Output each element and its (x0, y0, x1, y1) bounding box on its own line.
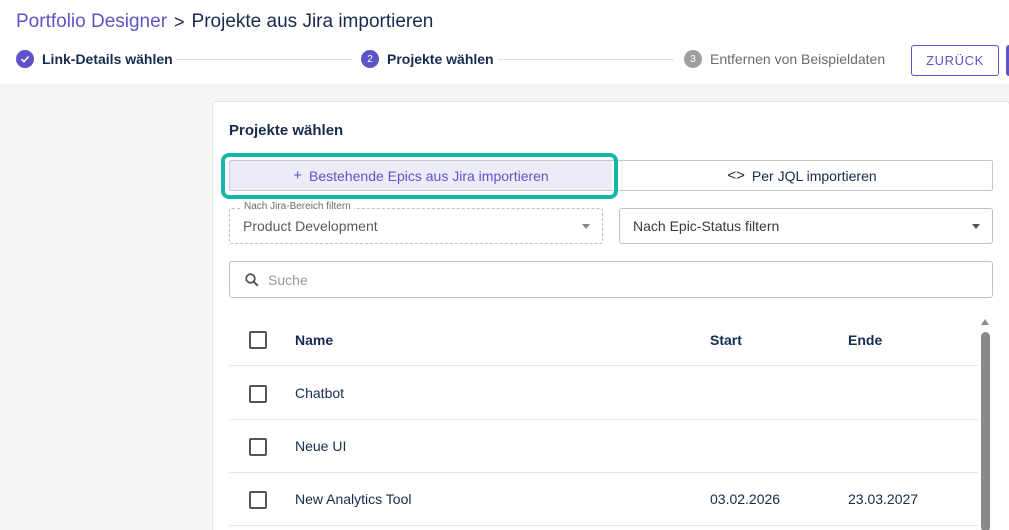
scroll-up-arrow-icon[interactable] (981, 319, 989, 325)
highlight-frame (221, 153, 618, 199)
table-row[interactable]: New Analytics Tool 03.02.2026 23.03.2027 (229, 473, 978, 526)
row-checkbox[interactable] (249, 438, 267, 456)
row-checkbox[interactable] (249, 385, 267, 403)
jira-area-filter-select[interactable]: Nach Jira-Bereich filtern Product Develo… (229, 201, 603, 244)
breadcrumb-portfolio-designer-link[interactable]: Portfolio Designer (16, 11, 167, 33)
step-remove-sample-data: 3 Entfernen von Beispieldaten (684, 49, 885, 69)
step-connector (176, 59, 352, 60)
step-number-badge: 3 (684, 50, 702, 68)
table-row[interactable]: Chatbot (229, 367, 978, 420)
search-input[interactable] (268, 268, 968, 292)
project-name: Chatbot (295, 385, 345, 401)
page-header: Portfolio Designer > Projekte aus Jira i… (0, 0, 1009, 84)
caret-down-icon (582, 224, 590, 229)
back-button[interactable]: ZURÜCK (911, 45, 999, 76)
column-header-end[interactable]: Ende (848, 332, 882, 348)
table-row[interactable]: Neue UI (229, 420, 978, 473)
row-checkbox[interactable] (249, 491, 267, 509)
step-number-badge: 2 (361, 50, 379, 68)
code-icon: <> (727, 167, 745, 184)
page-title: Projekte aus Jira importieren (191, 11, 434, 32)
import-by-jql-button[interactable]: <> Per JQL importieren (612, 161, 992, 190)
project-name: New Analytics Tool (295, 491, 412, 507)
card-title: Projekte wählen (229, 122, 344, 139)
scrollbar-thumb[interactable] (981, 332, 990, 530)
step-link-details: Link-Details wählen (16, 49, 173, 69)
caret-down-icon (972, 224, 980, 229)
project-name: Neue UI (295, 438, 347, 454)
column-header-name[interactable]: Name (295, 332, 333, 348)
breadcrumb: Portfolio Designer > Projekte aus Jira i… (16, 11, 433, 33)
select-all-checkbox[interactable] (249, 331, 267, 349)
epic-status-filter-select[interactable]: Nach Epic-Status filtern (619, 208, 993, 244)
project-start: 03.02.2026 (710, 491, 781, 507)
step-label: Projekte wählen (387, 51, 494, 67)
step-label: Entfernen von Beispieldaten (710, 51, 886, 67)
project-end: 23.03.2027 (848, 491, 919, 507)
stepper: Link-Details wählen 2 Projekte wählen 3 … (16, 49, 896, 71)
import-by-jql-label: Per JQL importieren (751, 167, 877, 184)
jira-area-filter-value: Product Development (243, 218, 378, 234)
step-label: Link-Details wählen (42, 51, 173, 67)
jira-area-filter-label: Nach Jira-Bereich filtern (241, 201, 354, 212)
step-select-projects: 2 Projekte wählen (361, 49, 494, 69)
table-header-row: Name Start Ende (229, 313, 978, 366)
search-icon (244, 272, 260, 288)
column-header-start[interactable]: Start (710, 332, 742, 348)
epic-status-filter-placeholder: Nach Epic-Status filtern (633, 218, 780, 234)
check-icon (16, 50, 34, 68)
step-connector (498, 59, 674, 60)
search-box (229, 261, 993, 298)
breadcrumb-separator: > (174, 11, 185, 32)
